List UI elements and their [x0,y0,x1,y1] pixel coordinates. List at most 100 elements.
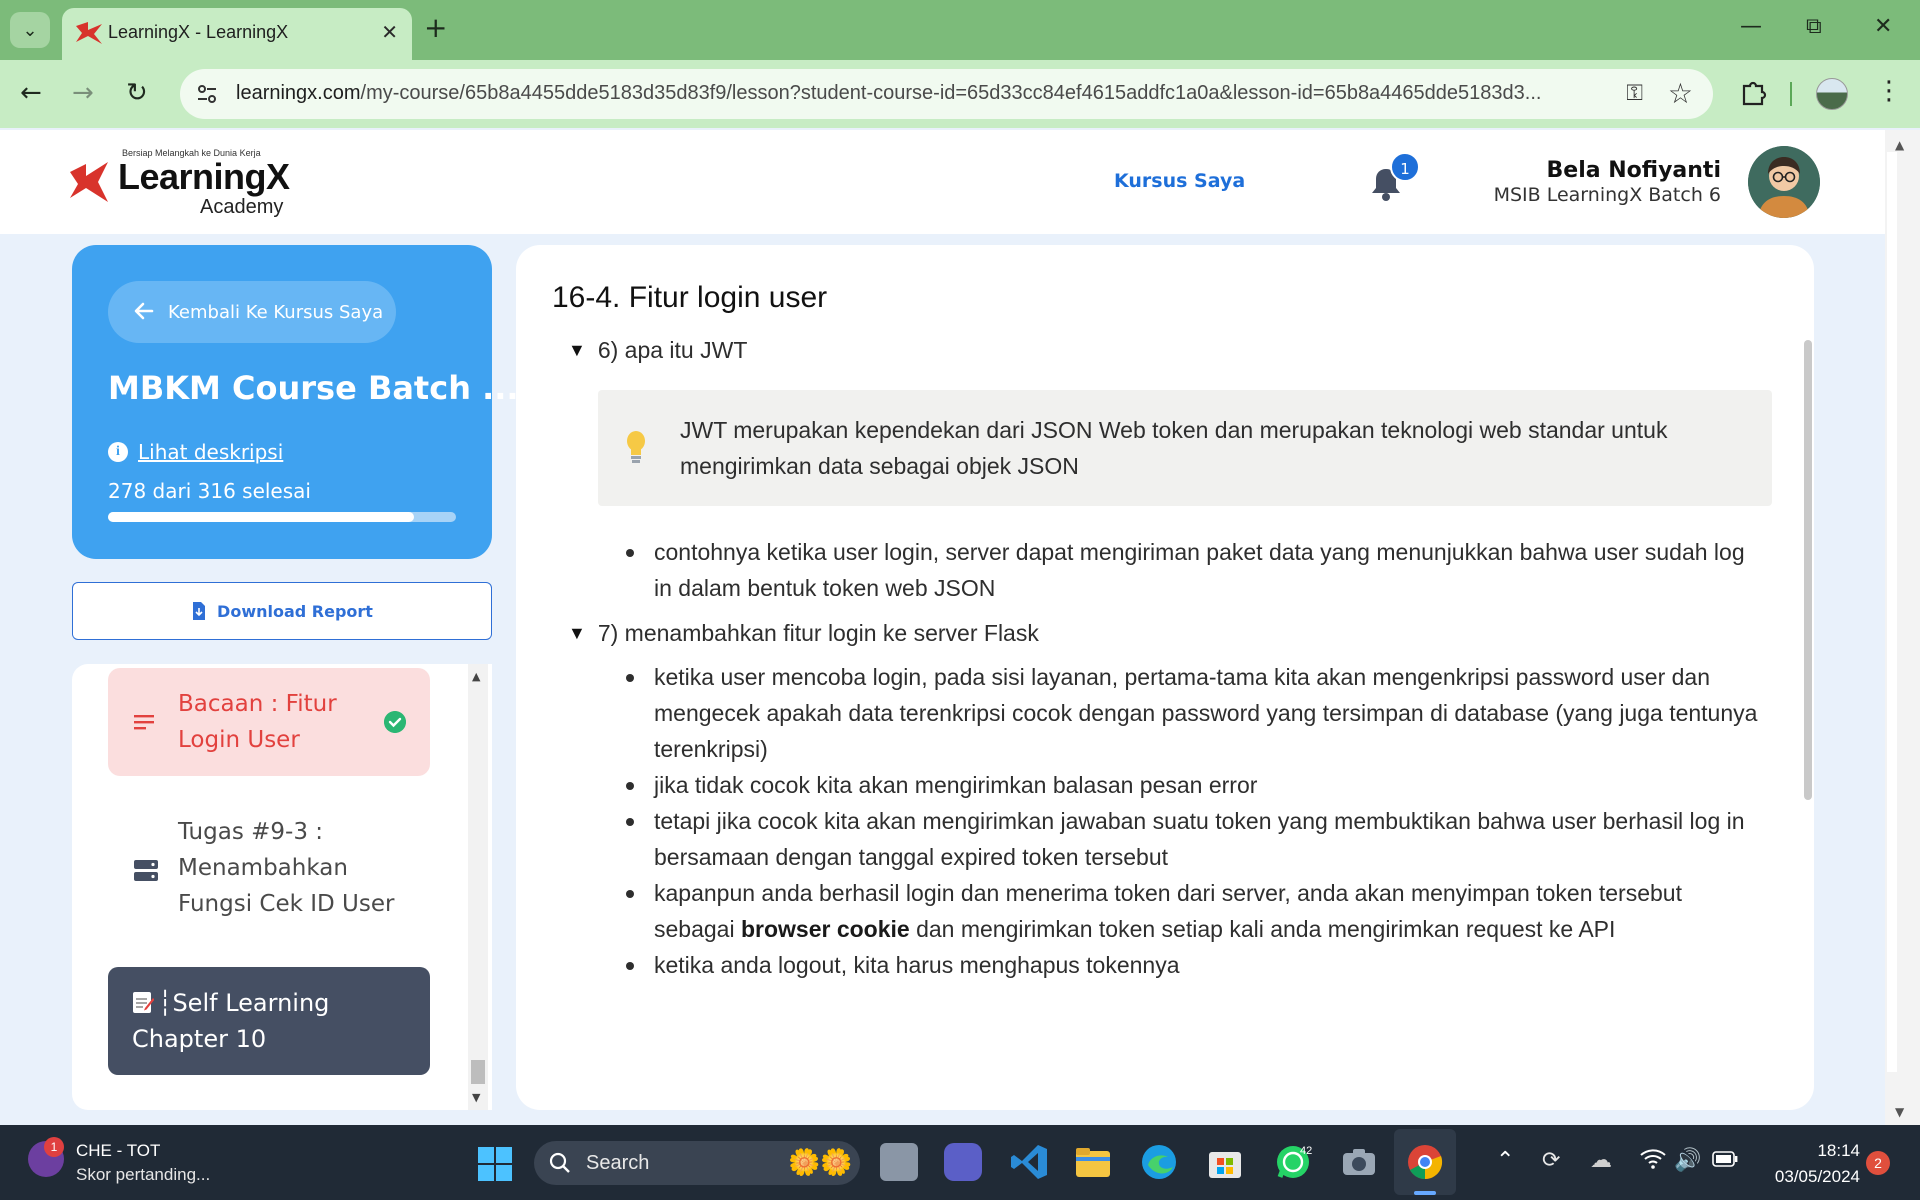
forward-icon[interactable]: → [72,78,94,108]
triangle-down-icon[interactable]: ▼ [568,340,586,361]
lesson-title: 16-4. Fitur login user [552,281,828,314]
extensions-icon[interactable] [1740,78,1768,106]
task-view-icon[interactable] [880,1143,918,1181]
toggle-section-7[interactable]: ▼ 7) menambahkan fitur login ke server F… [568,620,1768,647]
list-item-text: dan mengirimkan token setiap kali anda m… [909,916,1616,942]
sync-icon[interactable]: ⟳ [1542,1147,1560,1173]
camera-icon[interactable] [1340,1143,1378,1181]
edge-icon[interactable] [1140,1143,1178,1181]
url-domain: learningx.com [236,82,361,104]
bookmark-star-icon[interactable]: ☆ [1668,77,1693,110]
list-item: jika tidak cocok kita akan mengirimkan b… [614,767,1768,803]
download-report-button[interactable]: Download Report [72,582,492,640]
nav-kursus-saya[interactable]: Kursus Saya [1114,170,1245,192]
scroll-up-icon[interactable]: ▲ [1895,138,1904,152]
bold-term: browser cookie [740,916,910,942]
logo-wordmark: LearningX [118,156,290,197]
lesson-scrollbar-thumb[interactable] [471,1060,485,1084]
scroll-down-icon[interactable]: ▼ [1895,1105,1904,1119]
check-circle-icon [384,711,406,733]
url-text: learningx.com/my-course/65b8a4455dde5183… [236,82,1606,105]
scroll-up-icon[interactable]: ▲ [472,670,480,683]
page-scrollbar-thumb[interactable] [1887,152,1897,1072]
chevron-down-icon: ⌄ [22,19,38,41]
learningx-favicon-icon [76,22,102,44]
learningx-logo[interactable]: Bersiap Melangkah ke Dunia Kerja Learnin… [70,148,310,218]
taskbar-search[interactable]: Search 🌼🌼 [534,1141,860,1185]
toolbar-divider [1790,82,1792,106]
news-title[interactable]: CHE - TOT [76,1141,160,1161]
list-item: kapanpun anda berhasil login dan menerim… [614,875,1768,947]
section-6-list: contohnya ketika user login, server dapa… [614,534,1768,606]
whatsapp-badge: 42 [1300,1145,1313,1157]
browser-tab[interactable]: LearningX - LearningX ✕ [62,8,412,60]
user-name: Bela Nofiyanti [1546,158,1721,183]
progress-text: 278 dari 316 selesai [108,479,311,503]
scroll-down-icon[interactable]: ▼ [472,1091,480,1104]
back-icon[interactable]: ← [20,78,42,108]
back-to-courses-button[interactable]: Kembali Ke Kursus Saya [108,281,396,343]
browser-tabbar: ⌄ LearningX - LearningX ✕ + — ⧉ ✕ [0,0,1920,60]
site-settings-icon[interactable] [196,83,218,105]
clock-time[interactable]: 18:14 [1770,1141,1860,1161]
lesson-label: Tugas #9-3 : Menambahkan Fungsi Cek ID U… [178,819,395,917]
avatar-illustration-icon [1748,146,1820,218]
chapter-label-wrapper: ┆Self Learning Chapter 10 [132,985,422,1057]
close-icon[interactable]: ✕ [381,20,398,44]
kebab-menu-icon[interactable]: ⋮ [1876,76,1902,106]
clock-date[interactable]: 03/05/2024 [1750,1167,1860,1187]
progress-bar [108,512,456,522]
windows-start-icon[interactable] [478,1147,512,1181]
minimize-icon[interactable]: — [1740,14,1762,39]
search-label: Search [586,1152,650,1174]
triangle-down-icon[interactable]: ▼ [568,623,586,644]
chapter-item[interactable]: ┆Self Learning Chapter 10 [108,967,430,1075]
teams-icon[interactable] [944,1143,982,1181]
content-scrollbar-thumb[interactable] [1804,340,1812,800]
widgets-badge: 1 [44,1137,64,1157]
notification-count-badge[interactable]: 2 [1866,1151,1890,1175]
vscode-icon[interactable] [1010,1143,1048,1181]
chrome-icon[interactable] [1406,1143,1444,1181]
assignment-server-icon [134,860,158,881]
callout-box: JWT merupakan kependekan dari JSON Web t… [598,390,1772,506]
windows-taskbar: 1 CHE - TOT Skor pertanding... Search 🌼🌼 [0,1125,1920,1200]
list-item: ketika anda logout, kita harus menghapus… [614,947,1768,983]
download-report-label: Download Report [217,601,373,621]
news-subtitle[interactable]: Skor pertanding... [76,1165,210,1185]
restore-icon[interactable]: ⧉ [1806,14,1822,39]
lesson-content: 16-4. Fitur login user ▼ 6) apa itu JWT … [516,245,1814,1110]
chevron-up-icon[interactable]: ⌃ [1496,1147,1514,1173]
file-explorer-icon[interactable] [1074,1143,1112,1181]
url-path: /my-course/65b8a4455dde5183d35d83f9/less… [360,82,1542,104]
avatar[interactable] [1748,146,1820,218]
course-card: Kembali Ke Kursus Saya MBKM Course Batch… [72,245,519,559]
browser-toolbar: ← → ↻ learningx.com/my-course/65b8a4455d… [0,60,1920,128]
lesson-list-scrollbar[interactable]: ▲ ▼ [468,664,488,1110]
address-bar[interactable]: learningx.com/my-course/65b8a4455dde5183… [180,69,1713,119]
lesson-label: Bacaan : Fitur Login User [178,691,337,753]
page-scrollbar[interactable]: ▲ ▼ [1885,130,1920,1125]
new-tab-icon[interactable]: + [424,14,447,42]
toggle-section-6[interactable]: ▼ 6) apa itu JWT [568,337,1768,364]
microsoft-store-icon[interactable] [1206,1143,1244,1181]
lightbulb-icon [627,431,645,463]
wifi-icon[interactable] [1640,1147,1666,1169]
lesson-item[interactable]: Tugas #9-3 : Menambahkan Fungsi Cek ID U… [108,814,430,922]
reload-icon[interactable]: ↻ [126,78,148,108]
course-title: MBKM Course Batch ... [108,369,519,407]
speaker-icon[interactable]: 🔊 [1674,1147,1701,1173]
battery-icon[interactable] [1712,1151,1738,1167]
tab-title: LearningX - LearningX [108,22,289,42]
profile-avatar[interactable] [1816,78,1848,110]
lesson-item-active[interactable]: Bacaan : Fitur Login User [108,668,430,776]
window-close-icon[interactable]: ✕ [1874,14,1892,39]
key-icon[interactable]: ⚿ [1626,81,1643,106]
info-icon: i [108,442,128,462]
onedrive-icon[interactable]: ☁ [1590,1147,1612,1173]
tab-search-button[interactable]: ⌄ [10,12,50,48]
description-link[interactable]: Lihat deskripsi [138,440,283,464]
chrome-active-indicator [1414,1191,1436,1195]
list-item: contohnya ketika user login, server dapa… [614,534,1768,606]
search-icon [549,1152,570,1173]
